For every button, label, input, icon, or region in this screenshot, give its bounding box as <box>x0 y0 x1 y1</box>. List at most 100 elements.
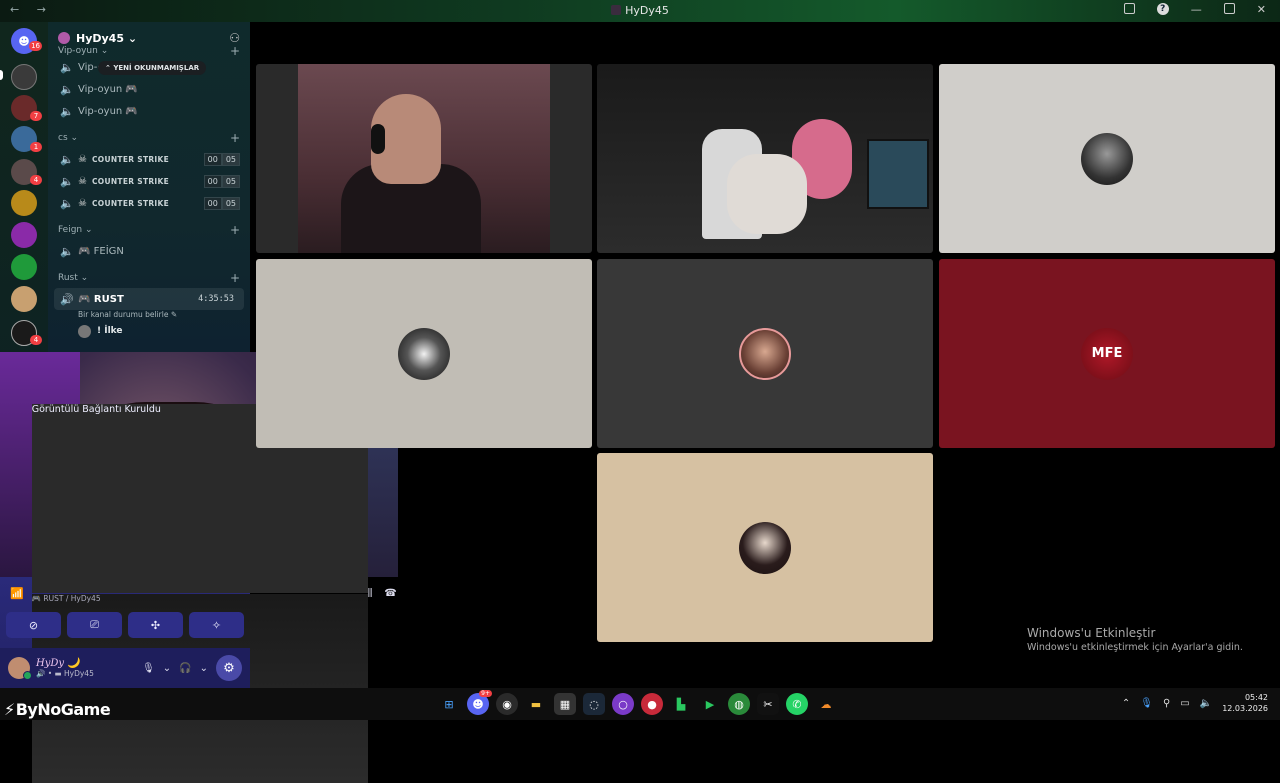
avatar-tile[interactable] <box>256 259 592 448</box>
title-bar: ← → HyDy45 ? — ✕ <box>0 0 1280 22</box>
channel-status[interactable]: Bir kanal durumu belirle ✎ <box>48 310 250 322</box>
cloud-icon[interactable]: ☁ <box>815 693 837 715</box>
voice-channel[interactable]: 🔈 Vip-oyun 🎮 <box>48 78 250 100</box>
folder-icon[interactable]: ▬ <box>525 693 547 715</box>
avatar <box>1081 132 1133 185</box>
maximize-icon[interactable] <box>1223 3 1235 14</box>
server-icon[interactable] <box>11 254 37 280</box>
skull-icon: ☠ <box>78 197 87 209</box>
microphone-icon[interactable]: 🎙 <box>1140 698 1153 709</box>
skull-icon: ☠ <box>78 153 87 165</box>
voice-channel[interactable]: 🔈 ☠ COUNTER STRIKE 00 05 <box>48 148 250 170</box>
video-person <box>727 154 807 234</box>
microphone-icon[interactable]: 🎙 <box>142 663 155 674</box>
voice-channel[interactable]: 🔈 ☠ COUNTER STRIKE 00 05 <box>48 170 250 192</box>
chevron-down-icon[interactable]: ⌄ <box>163 663 171 674</box>
close-icon[interactable]: ✕ <box>1257 3 1266 16</box>
speaker-icon: 🔈 <box>60 244 74 258</box>
avatar-tile[interactable] <box>597 453 933 642</box>
avatar-tile[interactable] <box>939 64 1275 253</box>
voice-member[interactable]: ! İlke <box>48 322 250 340</box>
headphones-icon[interactable]: 🎧 <box>179 663 191 674</box>
app-icon[interactable]: ○ <box>612 693 634 715</box>
activities-button[interactable]: ✣ <box>128 612 183 638</box>
user-subtext: 🔊 • ▬ HyDy45 <box>36 669 94 678</box>
add-channel-icon[interactable]: + <box>230 44 240 58</box>
clock[interactable]: 05:42 12.03.2026 <box>1222 692 1268 714</box>
video-tile[interactable] <box>256 64 592 253</box>
camera-off-button[interactable]: ⊘ <box>6 612 61 638</box>
app-icon[interactable]: ● <box>641 693 663 715</box>
server-icon[interactable] <box>11 222 37 248</box>
guild-name: HyDy45 ⌄ <box>76 31 138 45</box>
capcut-icon[interactable]: ✂ <box>757 693 779 715</box>
steam-icon[interactable]: ◌ <box>583 693 605 715</box>
voice-channel[interactable]: 🔈 ☠ COUNTER STRIKE 00 05 <box>48 192 250 214</box>
chevron-up-icon[interactable]: ⌃ <box>1122 698 1130 709</box>
channel-label: 🎮 FEİGN <box>78 245 124 257</box>
volume-icon[interactable]: 🔈 <box>1200 698 1212 709</box>
clock-date: 12.03.2026 <box>1222 704 1268 713</box>
channel-label: COUNTER STRIKE <box>91 198 170 208</box>
server-icon[interactable] <box>11 64 37 90</box>
add-channel-icon[interactable]: + <box>230 271 240 285</box>
play-icon[interactable]: ▶ <box>699 693 721 715</box>
add-channel-icon[interactable]: + <box>230 131 240 145</box>
category-feign[interactable]: Feign ⌄ + <box>48 220 250 240</box>
channel-label: 🎮 RUST <box>78 293 124 305</box>
server-icon[interactable] <box>11 286 37 312</box>
server-icon[interactable] <box>11 190 37 216</box>
server-badge: 7 <box>30 111 42 121</box>
add-channel-icon[interactable]: + <box>230 223 240 237</box>
chrome-icon[interactable]: ◍ <box>728 693 750 715</box>
disconnect-icon[interactable]: ☎ <box>384 588 396 599</box>
wifi-icon[interactable]: ⚲ <box>1163 698 1170 709</box>
signal-icon[interactable]: 📶 <box>10 587 24 600</box>
user-limit: 00 05 <box>203 174 240 188</box>
channel-timer: 4:35:53 <box>198 294 234 304</box>
channel-label: COUNTER STRIKE <box>91 176 170 186</box>
category-vip-oyun[interactable]: Vip-oyun ⌄ + <box>48 44 250 58</box>
app-icon[interactable]: ◉ <box>496 693 518 715</box>
discord-icon[interactable]: ☻ 9+ <box>467 690 492 715</box>
voice-channel[interactable]: 🔈 🎮 FEİGN <box>48 240 250 262</box>
store-icon[interactable]: ▦ <box>554 693 576 715</box>
settings-gear-icon[interactable]: ⚙ <box>216 655 242 681</box>
chevron-down-icon[interactable]: ⌄ <box>200 663 208 674</box>
speaker-icon: 🔈 <box>60 152 74 166</box>
skull-icon: ☠ <box>78 175 87 187</box>
avatar-tile[interactable]: MFE <box>939 259 1275 448</box>
voice-channel-active[interactable]: 🔊 🎮 RUST 4:35:53 <box>54 288 244 310</box>
start-icon[interactable]: ⊞ <box>438 693 460 715</box>
display-icon[interactable]: ▭ <box>1180 698 1189 709</box>
soundboard-button[interactable]: ✧ <box>189 612 244 638</box>
video-monitor <box>867 139 929 209</box>
stream-brand-logo: ⚡ByNoGame <box>4 700 111 719</box>
voice-channel[interactable]: 🔈 Vip-oyun 🎮 <box>48 100 250 122</box>
screen-share-button[interactable]: ⎚ <box>67 612 122 638</box>
inbox-icon[interactable] <box>1123 3 1135 14</box>
category-rust[interactable]: Rust ⌄ + <box>48 268 250 288</box>
window-title-text: HyDy45 <box>625 4 669 17</box>
brand-text: ByNoGame <box>15 700 111 719</box>
speaker-icon: 🔊 <box>60 292 74 306</box>
whatsapp-icon[interactable]: ✆ <box>786 693 808 715</box>
help-icon[interactable]: ? <box>1156 3 1169 15</box>
unread-tooltip[interactable]: ⌃ YENİ OKUNMAMIŞLAR <box>98 61 207 75</box>
avatar <box>739 521 791 574</box>
taskbar-apps: ⊞ ☻ 9+ ◉ ▬ ▦ ◌ ○ ● ▙ ▶ ◍ ✂ ✆ ☁ <box>438 690 837 715</box>
clock-time: 05:42 <box>1244 693 1268 702</box>
noise-suppression-icon[interactable]: ⫼ <box>368 588 373 599</box>
server-badge: 4 <box>30 335 42 345</box>
minimize-icon[interactable]: — <box>1191 3 1202 16</box>
speaker-icon: 🔈 <box>60 174 74 188</box>
invite-user-icon[interactable]: ⚇ <box>229 31 240 45</box>
avatar[interactable] <box>8 657 32 680</box>
video-tile[interactable] <box>597 64 933 253</box>
avatar-tile[interactable] <box>597 259 933 448</box>
speaker-icon: 🔈 <box>60 196 74 210</box>
category-cs[interactable]: cs ⌄ + <box>48 128 250 148</box>
speaker-icon: 🔈 <box>60 104 74 118</box>
app-icon[interactable]: ▙ <box>670 693 692 715</box>
member-name: ! İlke <box>97 326 123 336</box>
